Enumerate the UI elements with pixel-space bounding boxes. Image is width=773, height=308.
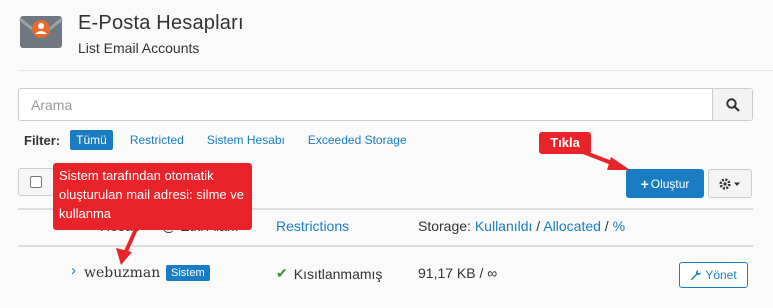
restriction-status: ✔ Kısıtlanmamış	[276, 265, 382, 282]
storage-separator: /	[532, 218, 544, 234]
row-divider	[18, 245, 753, 247]
sort-allocated[interactable]: Allocated	[543, 218, 601, 234]
restriction-label: Kısıtlanmamış	[293, 265, 383, 282]
system-badge: Sistem	[166, 265, 210, 281]
table-row: › webuzman Sistem ✔ Kısıtlanmamış 91,17 …	[18, 256, 753, 292]
manage-button[interactable]: Yönet	[679, 262, 748, 288]
check-icon: ✔	[276, 265, 288, 281]
search-icon	[725, 97, 740, 112]
storage-value: 91,17 KB / ∞	[418, 265, 498, 281]
column-restrictions[interactable]: Restrictions	[276, 218, 349, 234]
storage-prefix: Storage:	[418, 218, 471, 234]
filter-all[interactable]: Tümü	[70, 130, 113, 150]
sort-used[interactable]: Kullanıldı	[475, 218, 533, 234]
storage-separator: /	[600, 218, 613, 234]
filter-restricted[interactable]: Restricted	[130, 133, 184, 147]
search-input[interactable]	[19, 89, 712, 120]
expand-chevron-icon[interactable]: ›	[71, 262, 76, 279]
gear-icon	[719, 177, 740, 190]
arrowhead-create	[607, 157, 630, 170]
wrench-icon	[691, 269, 702, 281]
settings-dropdown-button[interactable]	[708, 169, 752, 198]
sort-percent[interactable]: %	[613, 218, 625, 234]
email-account-icon	[19, 16, 63, 48]
search-button[interactable]	[712, 89, 752, 120]
email-accounts-page: E-Posta Hesapları List Email Accounts Fi…	[0, 0, 773, 308]
filter-label: Filter:	[24, 132, 61, 148]
filter-bar: Filter: Tümü Restricted Sistem Hesabı Ex…	[24, 130, 430, 150]
select-all-checkbox[interactable]	[18, 168, 54, 196]
filter-exceeded-storage[interactable]: Exceeded Storage	[308, 133, 407, 147]
chevron-down-icon	[734, 182, 740, 186]
header-divider	[18, 70, 773, 71]
checkbox-box	[30, 176, 42, 188]
create-button[interactable]: + Oluştur	[626, 169, 704, 198]
manage-button-label: Yönet	[705, 268, 737, 282]
column-storage: Storage: Kullanıldı / Allocated / %	[418, 218, 625, 234]
create-button-label: Oluştur	[650, 176, 690, 191]
click-callout: Tıkla	[539, 132, 591, 154]
page-subtitle: List Email Accounts	[78, 40, 200, 56]
page-title: E-Posta Hesapları	[78, 12, 244, 34]
account-name: webuzman	[84, 265, 161, 281]
plus-icon: +	[640, 175, 649, 192]
search-bar	[18, 88, 753, 121]
filter-system-account[interactable]: Sistem Hesabı	[207, 133, 285, 147]
system-account-note: Sistem tarafından otomatik oluşturulan m…	[53, 163, 252, 230]
